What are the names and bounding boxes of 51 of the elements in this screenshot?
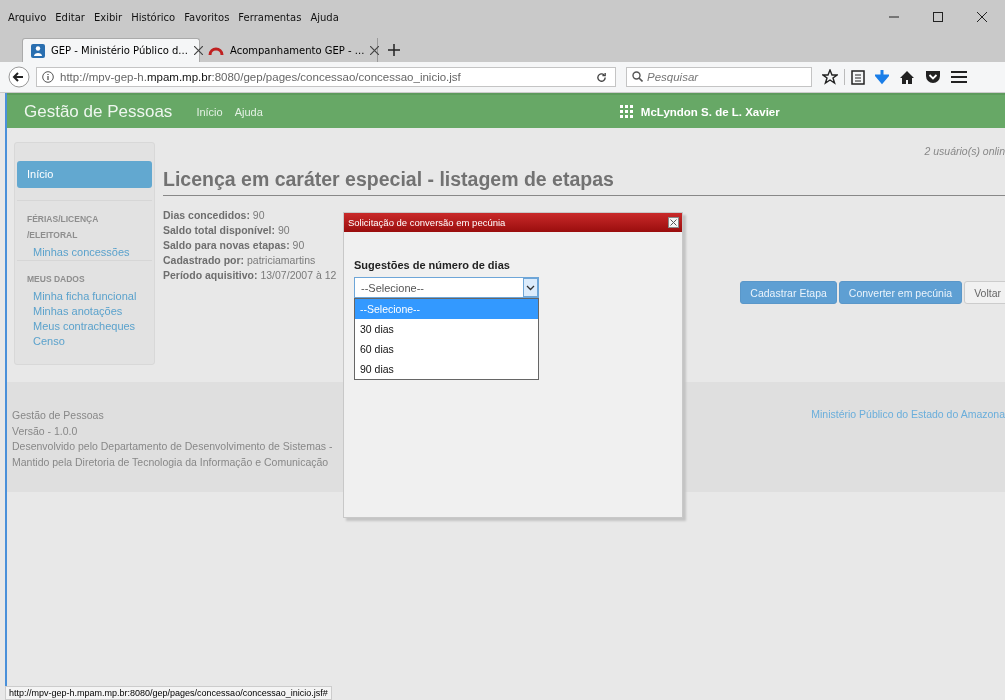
field-label: Sugestões de número de dias <box>354 259 511 271</box>
close-icon[interactable] <box>193 46 203 55</box>
detail-line: Saldo para novas etapas: 90 <box>163 238 305 253</box>
online-count: 2 usuário(s) onlin <box>923 144 1005 157</box>
detail-line: Saldo total disponível: 90 <box>163 223 290 238</box>
home-icon[interactable] <box>899 69 915 85</box>
search-field[interactable]: Pesquisar <box>626 67 812 87</box>
menu-item[interactable]: Exibir <box>93 11 123 23</box>
menu-item[interactable]: Ajuda <box>310 11 339 23</box>
footer-text: Mantido pela Diretoria de Tecnologia da Informação e Comunicação <box>12 454 330 470</box>
footer-text: Desenvolvido pelo Departamento de Desenvolvimento de Sistemas - <box>12 439 333 454</box>
dropdown-option[interactable]: 30 dias <box>355 319 538 339</box>
menu-icon[interactable] <box>951 70 967 84</box>
download-icon[interactable] <box>875 69 889 85</box>
reload-icon[interactable] <box>596 71 607 83</box>
detail-line: Dias concedidos: 90 <box>163 208 265 223</box>
days-select[interactable]: --Selecione-- <box>354 277 539 298</box>
menu-item[interactable]: Favoritos <box>184 11 230 23</box>
menu-item[interactable]: Histórico <box>131 11 176 23</box>
app-title: Gestão de Pessoas <box>24 101 173 122</box>
action-button[interactable]: Voltar <box>964 281 1005 304</box>
info-icon <box>42 71 54 83</box>
status-url: http://mpv-gep-h.mpam.mp.br:8080/gep/pages/concessao/concessao_inicio.jsf# <box>5 686 332 700</box>
star-icon[interactable] <box>822 69 838 85</box>
caret-icon <box>523 278 538 297</box>
detail-line: Cadastrado por: patriciamartins <box>163 253 316 268</box>
pocket-icon[interactable] <box>925 70 941 84</box>
address-bar[interactable]: http://mpv-gep-h.mpam.mp.br:8080/gep/pages/concessao/concessao_inicio.jsf <box>36 67 616 87</box>
person-icon <box>31 43 45 58</box>
menu-item[interactable]: Arquivo <box>8 11 47 23</box>
close-icon[interactable] <box>668 217 679 228</box>
dropdown-option[interactable]: 90 dias <box>355 359 538 379</box>
dropdown-option[interactable]: 60 dias <box>355 339 538 359</box>
page-title: Licença em caráter especial - listagem de etapas <box>163 168 1005 196</box>
browser-tab[interactable]: GEP - Ministério Público d... <box>22 38 200 62</box>
back-icon[interactable] <box>8 66 30 88</box>
detail-line: Período aquisitivo: 13/07/2007 à 12 <box>163 268 337 283</box>
clipboard-icon[interactable] <box>851 69 865 85</box>
footer-text: Gestão de Pessoas <box>12 408 105 423</box>
sidebar-heading: MEUS DADOS <box>17 260 152 289</box>
new-tab-icon[interactable] <box>388 44 400 56</box>
dialog-title: Solicitação de conversão em pecúnia <box>348 217 507 228</box>
close-icon[interactable] <box>977 12 987 22</box>
search-icon <box>632 71 643 82</box>
footer-text: Versão - 1.0.0 <box>12 423 79 439</box>
grid-icon[interactable] <box>619 105 633 118</box>
menu-item[interactable]: Editar <box>55 11 85 23</box>
sidebar-heading: FÉRIAS/LICENÇA /ELEITORAL <box>17 200 152 245</box>
menu-item[interactable]: Ferramentas <box>238 11 302 23</box>
maximize-icon[interactable] <box>933 12 943 22</box>
close-icon[interactable] <box>370 45 380 55</box>
